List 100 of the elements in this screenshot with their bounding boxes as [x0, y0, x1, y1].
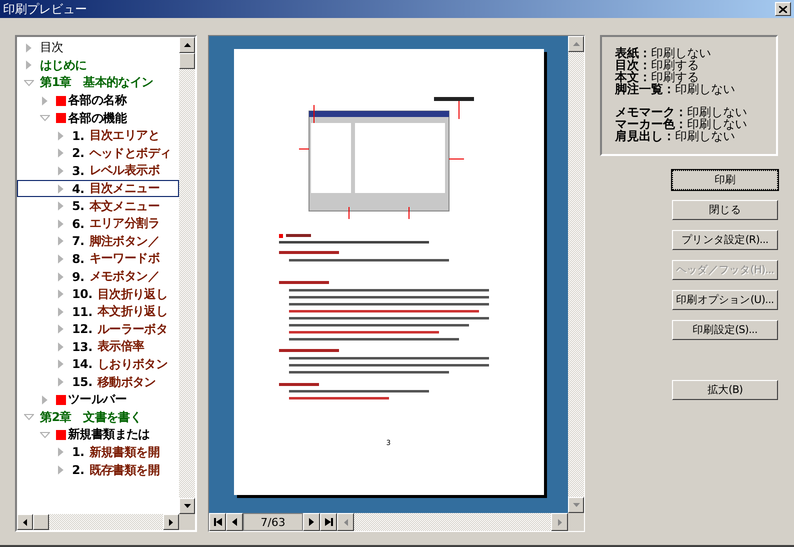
tree-item[interactable]: 4. 目次メニュー — [17, 180, 179, 198]
item-number: 5. — [72, 199, 84, 214]
setting-line: メモマーク：印刷しない — [615, 106, 748, 118]
vertical-scrollbar[interactable] — [179, 37, 195, 514]
collapsed-triangle-icon[interactable] — [56, 201, 66, 212]
collapsed-triangle-icon[interactable] — [56, 218, 66, 229]
scroll-thumb[interactable] — [33, 514, 49, 530]
tree-item[interactable]: 9. メモボタン／ — [17, 268, 179, 286]
dialog-button[interactable]: 拡大(B) — [672, 380, 778, 400]
next-page-button[interactable] — [303, 513, 320, 531]
first-page-button[interactable] — [209, 513, 226, 531]
dialog-button[interactable]: プリンタ設定(R)... — [672, 230, 778, 250]
tree-item[interactable]: 8. キーワードボ — [17, 250, 179, 268]
tree-item[interactable]: ツールバー — [17, 390, 179, 408]
tree-item[interactable]: 10. 目次折り返し — [17, 285, 179, 303]
collapsed-triangle-icon[interactable] — [56, 465, 66, 476]
expanded-triangle-icon[interactable] — [24, 412, 34, 422]
tree-item[interactable]: 15. 移動ボタン — [17, 373, 179, 391]
tree-item[interactable]: 14. しおりボタン — [17, 356, 179, 374]
collapsed-triangle-icon[interactable] — [56, 377, 66, 388]
tree-item[interactable]: 各部の名称 — [17, 92, 179, 110]
scroll-left-button[interactable] — [337, 513, 354, 531]
vertical-scrollbar[interactable] — [568, 36, 584, 513]
collapsed-triangle-icon[interactable] — [56, 324, 66, 334]
tree-item[interactable]: 13. 表示倍率 — [17, 338, 179, 356]
collapsed-triangle-icon[interactable] — [56, 272, 66, 282]
tree-item-label: レベル表示ボ — [89, 162, 160, 180]
left-arrow-icon — [344, 518, 348, 526]
tree-item[interactable]: 新規書類または — [17, 426, 179, 444]
expanded-triangle-icon[interactable] — [40, 113, 50, 124]
item-number: 8. — [72, 252, 84, 266]
tree-item[interactable]: 3. レベル表示ボ — [17, 162, 179, 180]
collapsed-triangle-icon[interactable] — [56, 166, 66, 176]
page-indicator: 7/63 — [243, 513, 303, 531]
next-page-icon — [309, 518, 314, 526]
scroll-left-button[interactable] — [17, 514, 33, 530]
tree-item[interactable]: 7. 脚注ボタン／ — [17, 232, 179, 250]
tree-item[interactable]: 2. 既存書類を開 — [17, 461, 179, 479]
tree-item-label: キーワードボ — [89, 250, 160, 268]
item-number: 3. — [72, 164, 84, 178]
scroll-right-button[interactable] — [163, 514, 179, 530]
tree-item[interactable]: 第1章 基本的なイン — [17, 74, 179, 92]
tree-item-label: 移動ボタン — [97, 374, 156, 391]
collapsed-triangle-icon[interactable] — [56, 359, 66, 370]
dialog-button[interactable]: 印刷設定(S)... — [672, 320, 778, 340]
close-button[interactable] — [775, 2, 791, 16]
collapsed-triangle-icon[interactable] — [56, 254, 66, 264]
tree-item[interactable]: 6. エリア分割ラ — [17, 214, 179, 233]
tree-item-label: 目次折り返し — [97, 286, 168, 303]
scroll-thumb[interactable] — [179, 53, 195, 69]
tree-item-label: 目次メニュー — [89, 180, 160, 198]
window-title: 印刷プレビュー — [3, 0, 87, 18]
collapsed-triangle-icon[interactable] — [56, 306, 66, 317]
tree-item[interactable]: 11. 本文折り返し — [17, 302, 179, 320]
tree-item[interactable]: 5. 本文メニュー — [17, 197, 179, 215]
dialog-button[interactable]: 閉じる — [672, 200, 778, 220]
scroll-up-button[interactable] — [568, 36, 584, 52]
expanded-triangle-icon[interactable] — [24, 78, 34, 88]
tree-item-label: はじめに — [40, 56, 87, 74]
collapsed-triangle-icon[interactable] — [56, 342, 66, 352]
item-number: 12. — [72, 322, 92, 336]
collapsed-triangle-icon[interactable] — [56, 447, 66, 458]
collapsed-triangle-icon[interactable] — [24, 60, 34, 70]
last-page-button[interactable] — [320, 513, 337, 531]
expanded-triangle-icon[interactable] — [40, 430, 50, 440]
previous-page-button[interactable] — [226, 513, 243, 531]
right-arrow-icon — [169, 518, 173, 526]
dialog-button[interactable]: 印刷オプション(U)... — [672, 290, 778, 310]
collapsed-triangle-icon[interactable] — [56, 148, 66, 158]
collapsed-triangle-icon[interactable] — [56, 289, 66, 300]
scroll-down-button[interactable] — [179, 498, 195, 514]
tree-item[interactable]: 1. 新規書類を開 — [17, 444, 179, 462]
setting-line: マーカー色：印刷しない — [615, 118, 748, 130]
tree-item[interactable]: 1. 目次エリアと — [17, 126, 179, 145]
tree-item[interactable]: 各部の機能 — [17, 109, 179, 127]
collapsed-triangle-icon[interactable] — [24, 42, 34, 53]
item-number: 1. — [72, 445, 84, 460]
collapsed-triangle-icon[interactable] — [56, 184, 66, 194]
collapsed-triangle-icon[interactable] — [40, 96, 50, 106]
tree-item[interactable]: 第2章 文書を書く — [17, 408, 179, 426]
collapsed-triangle-icon[interactable] — [40, 394, 50, 405]
tree-item[interactable]: 2. ヘッドとボディ — [17, 144, 179, 162]
item-number: 4. — [72, 182, 84, 196]
first-page-icon — [214, 518, 222, 526]
collapsed-triangle-icon[interactable] — [56, 130, 66, 141]
section-marker-icon — [56, 96, 66, 106]
tree-item-label: 目次 — [40, 39, 64, 56]
item-number: 2. — [72, 146, 84, 160]
last-page-icon — [324, 518, 332, 526]
tree-item[interactable]: 目次 — [17, 39, 179, 57]
horizontal-scrollbar[interactable] — [17, 514, 195, 530]
scroll-right-button[interactable] — [551, 513, 568, 531]
tree-item[interactable]: はじめに — [17, 56, 179, 74]
scroll-up-button[interactable] — [179, 37, 195, 53]
collapsed-triangle-icon[interactable] — [56, 236, 66, 246]
tree-item[interactable]: 12. ルーラーボタ — [17, 320, 179, 338]
scroll-down-button[interactable] — [568, 497, 584, 513]
dialog-button[interactable]: 印刷 — [672, 170, 778, 190]
tree-item-label: 新規書類を開 — [89, 444, 160, 461]
right-arrow-icon — [558, 518, 562, 526]
